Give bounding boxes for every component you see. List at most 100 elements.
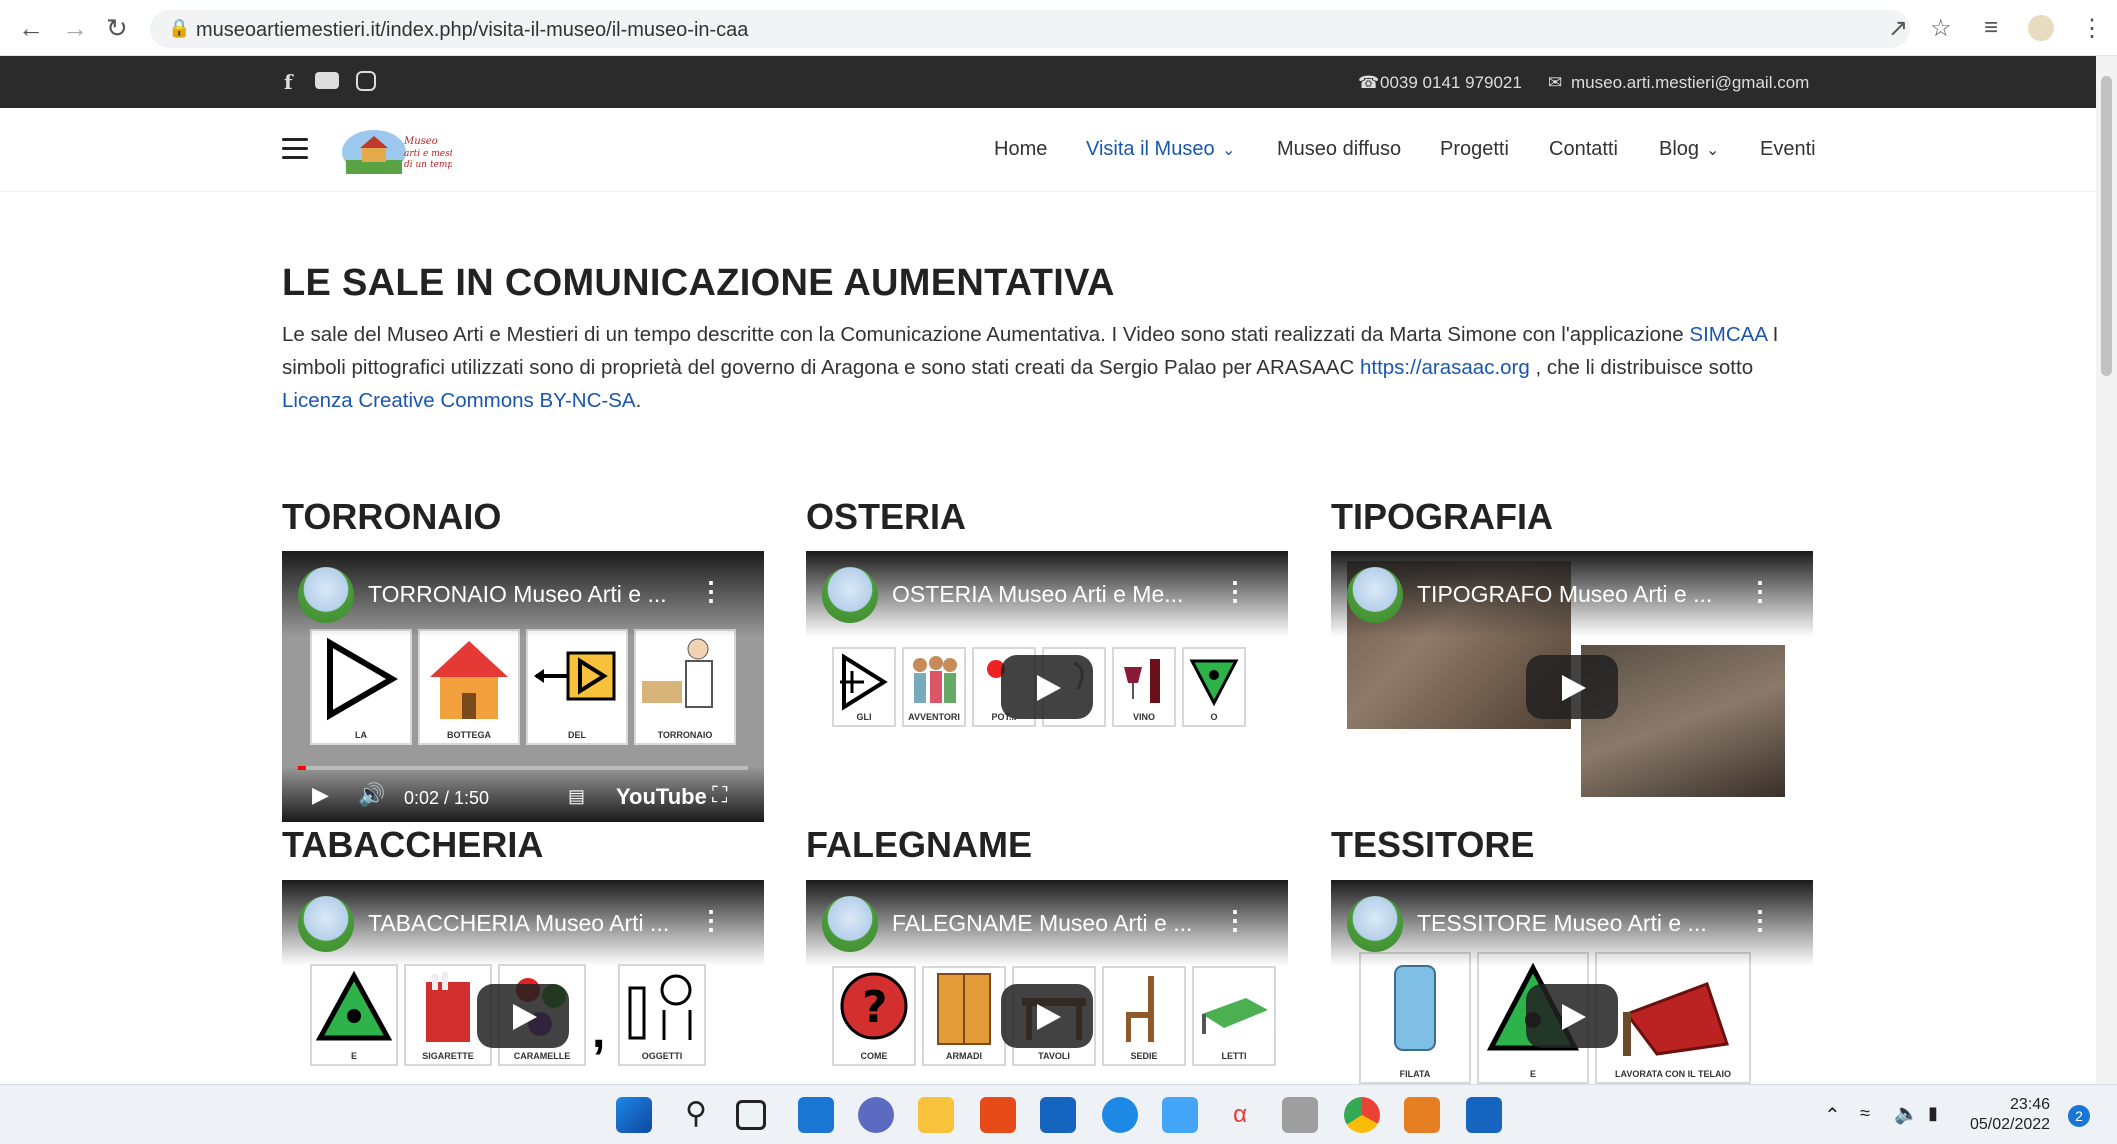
youtube-logo[interactable]: YouTube (616, 784, 707, 810)
more-options-icon[interactable]: ⋮ (1222, 577, 1248, 605)
page-scrollbar[interactable] (2096, 56, 2117, 1084)
address-bar[interactable]: 🔒 museoartiemestieri.it/index.php/visita… (150, 10, 1910, 48)
mail-icon[interactable] (1040, 1097, 1076, 1133)
back-icon[interactable]: ← (18, 14, 44, 42)
channel-avatar[interactable] (298, 567, 354, 623)
video-player-osteria[interactable]: GLI AVVENTORI POT... VINO O OSTERIA Muse… (806, 551, 1288, 822)
nav-contatti[interactable]: Contatti (1549, 138, 1618, 161)
license-link[interactable]: Licenza Creative Commons BY-NC-SA (282, 389, 636, 412)
office-icon[interactable] (980, 1097, 1016, 1133)
play-button[interactable] (477, 984, 569, 1048)
more-options-icon[interactable]: ⋮ (1747, 906, 1773, 934)
picto-card: AVVENTORI (902, 647, 966, 727)
app-icon[interactable] (1282, 1097, 1318, 1133)
share-icon[interactable]: ↗ (1888, 14, 1908, 43)
museum-logo[interactable]: Museo arti e mestieri di un tempo (340, 122, 469, 176)
youtube-icon[interactable] (315, 72, 339, 89)
chevron-up-icon[interactable]: ⌃ (1824, 1103, 1841, 1128)
video-player-torronaio[interactable]: LA BOTTEGA DEL TORRONAIO TORRONAIO Museo… (282, 551, 764, 822)
edge-icon[interactable] (1102, 1097, 1138, 1133)
volume-icon[interactable]: 🔊 (358, 782, 385, 808)
play-icon[interactable]: ▶ (312, 782, 329, 808)
hamburger-menu-icon[interactable] (282, 138, 308, 160)
facebook-icon[interactable]: f (284, 70, 293, 94)
chevron-down-icon[interactable]: ⌄ (1706, 140, 1719, 160)
picto-card: OGGETTI (618, 964, 706, 1066)
more-options-icon[interactable]: ⋮ (698, 906, 724, 934)
intro-text: . (635, 389, 642, 412)
windows-start-icon[interactable] (616, 1097, 652, 1133)
bookmark-star-icon[interactable]: ☆ (1930, 14, 1952, 43)
simcaa-link[interactable]: SIMCAA (1689, 323, 1766, 346)
phone-number[interactable]: 0039 0141 979021 (1380, 73, 1522, 93)
progress-bar[interactable] (298, 766, 748, 770)
nav-blog[interactable]: Blog (1659, 138, 1699, 161)
more-options-icon[interactable]: ⋮ (698, 577, 724, 605)
picto-card: BOTTEGA (418, 629, 520, 745)
email-address[interactable]: museo.arti.mestieri@gmail.com (1571, 73, 1809, 93)
video-time: 0:02 / 1:50 (404, 788, 490, 808)
nav-eventi[interactable]: Eventi (1760, 138, 1816, 161)
video-title[interactable]: TORRONAIO Museo Arti e ... (368, 581, 667, 608)
app-icon[interactable] (1404, 1097, 1440, 1133)
wifi-icon[interactable]: ≈ (1860, 1103, 1870, 1124)
forward-icon[interactable]: → (62, 14, 88, 42)
picto-label: TAVOLI (1038, 1051, 1070, 1061)
video-player-tipografia[interactable]: TIPOGRAFO Museo Arti e ... ⋮ (1331, 551, 1813, 822)
video-player-tessitore[interactable]: FILATA E LAVORATA CON IL TELAIO TESSITOR… (1331, 880, 1813, 1084)
picto-label: LAVORATA CON IL TELAIO (1615, 1069, 1731, 1079)
play-button[interactable] (1526, 655, 1618, 719)
picto-label: E (1529, 1069, 1536, 1079)
instagram-icon[interactable] (356, 71, 376, 91)
search-icon[interactable]: ⚲ (678, 1097, 714, 1133)
play-button[interactable] (1526, 984, 1618, 1048)
video-title[interactable]: FALEGNAME Museo Arti e ... (892, 910, 1192, 937)
scrollbar-thumb[interactable] (2101, 76, 2112, 376)
picto-card: DEL (526, 629, 628, 745)
profile-avatar[interactable] (2028, 15, 2054, 41)
channel-avatar[interactable] (822, 896, 878, 952)
picto-card: E (310, 964, 398, 1066)
notification-badge[interactable]: 2 (2068, 1105, 2090, 1127)
system-clock[interactable]: 23:46 05/02/2022 (1970, 1095, 2050, 1135)
picto-card: ARMADI (922, 966, 1006, 1066)
video-title[interactable]: TIPOGRAFO Museo Arti e ... (1417, 581, 1712, 608)
play-button[interactable] (1001, 655, 1093, 719)
more-options-icon[interactable]: ⋮ (1747, 577, 1773, 605)
chrome-icon[interactable] (1344, 1097, 1380, 1133)
reading-list-icon[interactable]: ≡ (1984, 14, 1998, 42)
clock-date: 05/02/2022 (1970, 1116, 2051, 1133)
intro-text: Le sale del Museo Arti e Mestieri di un … (282, 323, 1690, 346)
notepad-icon[interactable] (1162, 1097, 1198, 1133)
channel-avatar[interactable] (1347, 896, 1403, 952)
reload-icon[interactable]: ↻ (106, 14, 128, 42)
more-options-icon[interactable]: ⋮ (1222, 906, 1248, 934)
battery-icon[interactable]: ▮ (1928, 1103, 1938, 1124)
video-title[interactable]: TABACCHERIA Museo Arti ... (368, 910, 669, 937)
menu-dots-icon[interactable]: ⋮ (2080, 14, 2104, 43)
nav-home[interactable]: Home (994, 138, 1047, 161)
chat-icon[interactable] (858, 1097, 894, 1133)
nav-visita-il-museo[interactable]: Visita il Museo (1086, 138, 1215, 161)
channel-avatar[interactable] (1347, 567, 1403, 623)
video-player-falegname[interactable]: ? COME ARMADI TAVOLI SEDIE LETTI FALEGNAM… (806, 880, 1288, 1084)
task-view-icon[interactable] (736, 1100, 766, 1130)
channel-avatar[interactable] (822, 567, 878, 623)
subtitles-icon[interactable]: ▤ (568, 786, 585, 807)
browser-toolbar: ← → ↻ 🔒 museoartiemestieri.it/index.php/… (0, 0, 2117, 56)
file-explorer-icon[interactable] (918, 1097, 954, 1133)
nav-progetti[interactable]: Progetti (1440, 138, 1509, 161)
video-player-tabaccheria[interactable]: E SIGARETTE CARAMELLE , OGGETTI TABACCHE… (282, 880, 764, 1084)
app-icon[interactable]: α (1222, 1097, 1258, 1133)
fullscreen-icon[interactable]: ⛶ (712, 782, 727, 808)
volume-icon[interactable]: 🔈 (1894, 1101, 1919, 1126)
video-title[interactable]: TESSITORE Museo Arti e ... (1417, 910, 1707, 937)
arasaac-link[interactable]: https://arasaac.org (1360, 356, 1530, 379)
nav-museo-diffuso[interactable]: Museo diffuso (1277, 138, 1401, 161)
video-title[interactable]: OSTERIA Museo Arti e Me... (892, 581, 1183, 608)
play-button[interactable] (1001, 984, 1093, 1048)
widgets-icon[interactable] (798, 1097, 834, 1133)
channel-avatar[interactable] (298, 896, 354, 952)
photos-icon[interactable] (1466, 1097, 1502, 1133)
chevron-down-icon[interactable]: ⌄ (1222, 140, 1235, 160)
